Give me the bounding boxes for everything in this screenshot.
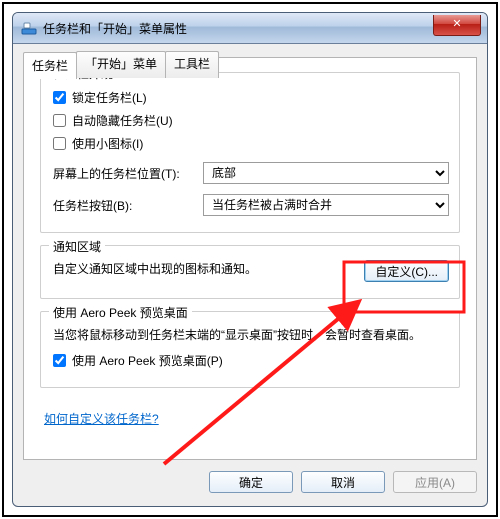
tab-label: 工具栏 [174,57,210,71]
button-label: 自定义(C)... [375,265,438,279]
lock-taskbar-checkbox[interactable] [53,91,66,104]
link-text: 如何自定义该任务栏? [44,412,159,426]
dialog-button-bar: 确定 取消 应用(A) [23,468,477,496]
position-select[interactable]: 底部 [203,162,449,184]
help-link[interactable]: 如何自定义该任务栏? [44,410,159,427]
aero-peek-checkbox[interactable] [53,354,66,367]
ok-button[interactable]: 确定 [209,471,293,493]
autohide-label[interactable]: 自动隐藏任务栏(U) [53,112,173,129]
screenshot-frame: 任务栏和「开始」菜单属性 ✕ 任务栏 「开始」菜单 工具栏 任务栏外观 锁定任务… [2,2,498,517]
group-aero-peek: 使用 Aero Peek 预览桌面 当您将鼠标移动到任务栏末端的“显示桌面”按钮… [40,311,460,388]
titlebar[interactable]: 任务栏和「开始」菜单属性 ✕ [13,13,487,44]
button-label: 取消 [331,476,355,490]
small-icons-checkbox[interactable] [53,137,66,150]
taskbar-panel: 任务栏外观 锁定任务栏(L) 自动隐藏任务栏(U) [34,64,466,453]
small-icons-label[interactable]: 使用小图标(I) [53,135,143,152]
aero-peek-label[interactable]: 使用 Aero Peek 预览桌面(P) [53,352,223,369]
tab-label: 「开始」菜单 [85,57,157,71]
autohide-checkbox[interactable] [53,114,66,127]
cancel-button[interactable]: 取消 [301,471,385,493]
group-notification: 通知区域 自定义通知区域中出现的图标和通知。 自定义(C)... [40,245,460,299]
notification-desc: 自定义通知区域中出现的图标和通知。 [53,260,354,278]
checkbox-text: 使用 Aero Peek 预览桌面(P) [72,352,223,369]
group-legend: 通知区域 [49,238,105,255]
group-appearance: 任务栏外观 锁定任务栏(L) 自动隐藏任务栏(U) [40,72,460,233]
aero-desc: 当您将鼠标移动到任务栏末端的“显示桌面”按钮时，会暂时查看桌面。 [53,326,449,344]
tab-taskbar[interactable]: 任务栏 [23,52,77,79]
buttons-label: 任务栏按钮(B): [53,197,203,214]
checkbox-text: 锁定任务栏(L) [72,89,147,106]
button-label: 确定 [239,476,263,490]
customize-button[interactable]: 自定义(C)... [364,260,449,282]
close-button[interactable]: ✕ [433,15,481,36]
group-legend: 使用 Aero Peek 预览桌面 [49,304,192,321]
dialog-window: 任务栏和「开始」菜单属性 ✕ 任务栏 「开始」菜单 工具栏 任务栏外观 锁定任务… [12,12,488,507]
tab-strip: 任务栏 「开始」菜单 工具栏 [23,51,218,78]
tab-toolbars[interactable]: 工具栏 [165,51,219,78]
position-label: 屏幕上的任务栏位置(T): [53,165,203,182]
lock-taskbar-label[interactable]: 锁定任务栏(L) [53,89,147,106]
button-label: 应用(A) [415,476,455,490]
close-icon: ✕ [452,18,461,30]
tab-sheet: 任务栏外观 锁定任务栏(L) 自动隐藏任务栏(U) [23,57,477,460]
tab-label: 任务栏 [32,59,68,73]
app-icon [21,20,37,36]
buttons-select[interactable]: 当任务栏被占满时合并 [203,194,449,216]
apply-button[interactable]: 应用(A) [393,471,477,493]
checkbox-text: 自动隐藏任务栏(U) [72,112,173,129]
tab-start-menu[interactable]: 「开始」菜单 [76,51,166,78]
window-title: 任务栏和「开始」菜单属性 [43,20,187,37]
checkbox-text: 使用小图标(I) [72,135,143,152]
